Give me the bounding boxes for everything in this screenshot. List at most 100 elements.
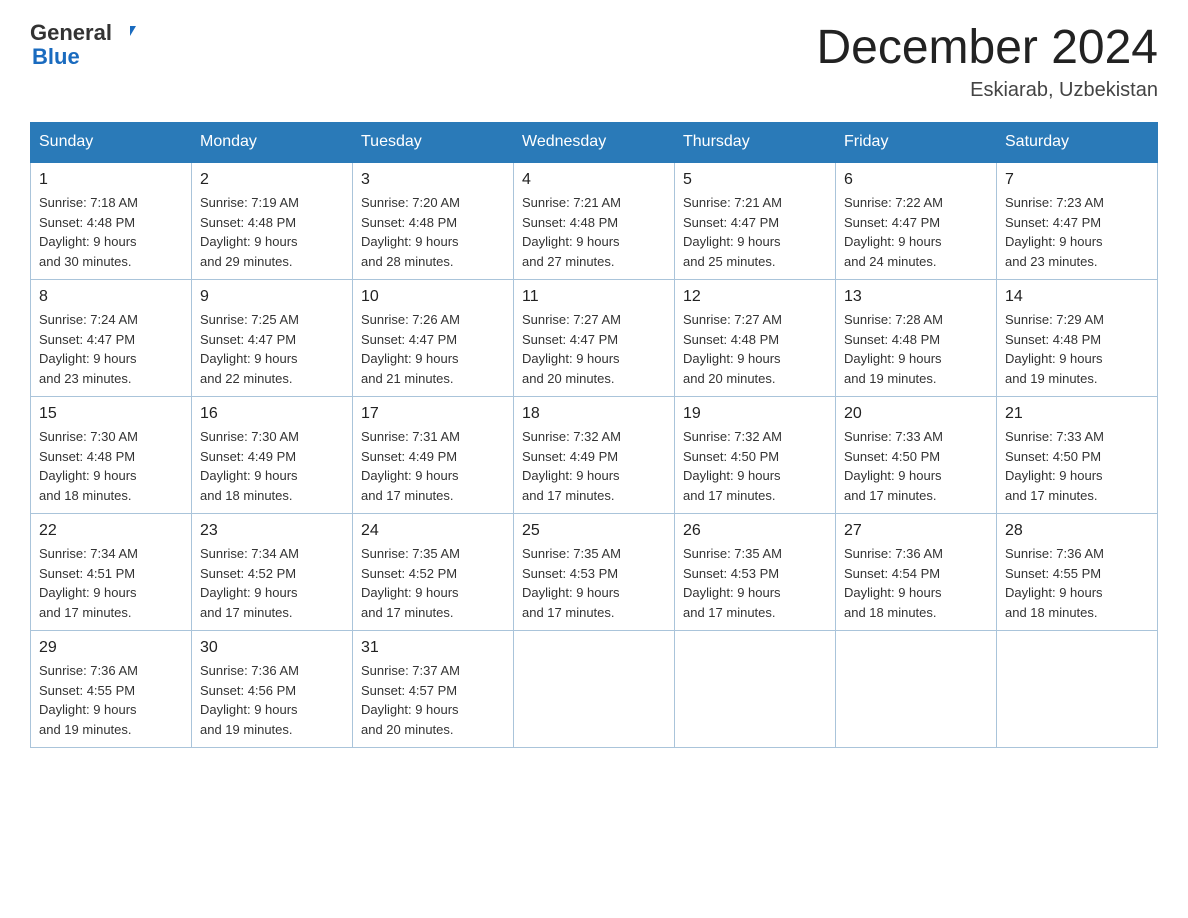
day-info: Sunrise: 7:21 AM Sunset: 4:48 PM Dayligh… bbox=[522, 193, 666, 271]
calendar-cell: 13 Sunrise: 7:28 AM Sunset: 4:48 PM Dayl… bbox=[836, 280, 997, 397]
day-number: 27 bbox=[844, 522, 988, 540]
calendar-cell: 1 Sunrise: 7:18 AM Sunset: 4:48 PM Dayli… bbox=[31, 162, 192, 280]
day-number: 14 bbox=[1005, 288, 1149, 306]
day-number: 19 bbox=[683, 405, 827, 423]
calendar-cell: 18 Sunrise: 7:32 AM Sunset: 4:49 PM Dayl… bbox=[514, 397, 675, 514]
calendar-title: December 2024 bbox=[816, 20, 1158, 75]
day-number: 16 bbox=[200, 405, 344, 423]
day-info: Sunrise: 7:21 AM Sunset: 4:47 PM Dayligh… bbox=[683, 193, 827, 271]
day-number: 15 bbox=[39, 405, 183, 423]
day-number: 29 bbox=[39, 639, 183, 657]
calendar-cell: 3 Sunrise: 7:20 AM Sunset: 4:48 PM Dayli… bbox=[353, 162, 514, 280]
calendar-cell: 4 Sunrise: 7:21 AM Sunset: 4:48 PM Dayli… bbox=[514, 162, 675, 280]
header-friday: Friday bbox=[836, 123, 997, 163]
day-info: Sunrise: 7:19 AM Sunset: 4:48 PM Dayligh… bbox=[200, 193, 344, 271]
day-number: 24 bbox=[361, 522, 505, 540]
calendar-table: SundayMondayTuesdayWednesdayThursdayFrid… bbox=[30, 122, 1158, 748]
day-number: 3 bbox=[361, 171, 505, 189]
day-info: Sunrise: 7:23 AM Sunset: 4:47 PM Dayligh… bbox=[1005, 193, 1149, 271]
day-number: 6 bbox=[844, 171, 988, 189]
day-number: 12 bbox=[683, 288, 827, 306]
week-row-2: 8 Sunrise: 7:24 AM Sunset: 4:47 PM Dayli… bbox=[31, 280, 1158, 397]
week-row-4: 22 Sunrise: 7:34 AM Sunset: 4:51 PM Dayl… bbox=[31, 514, 1158, 631]
day-info: Sunrise: 7:35 AM Sunset: 4:52 PM Dayligh… bbox=[361, 544, 505, 622]
day-number: 17 bbox=[361, 405, 505, 423]
day-number: 23 bbox=[200, 522, 344, 540]
calendar-cell bbox=[836, 631, 997, 748]
header-saturday: Saturday bbox=[997, 123, 1158, 163]
day-info: Sunrise: 7:27 AM Sunset: 4:47 PM Dayligh… bbox=[522, 310, 666, 388]
day-number: 7 bbox=[1005, 171, 1149, 189]
header-monday: Monday bbox=[192, 123, 353, 163]
day-number: 21 bbox=[1005, 405, 1149, 423]
calendar-cell: 22 Sunrise: 7:34 AM Sunset: 4:51 PM Dayl… bbox=[31, 514, 192, 631]
calendar-cell bbox=[675, 631, 836, 748]
day-info: Sunrise: 7:33 AM Sunset: 4:50 PM Dayligh… bbox=[844, 427, 988, 505]
calendar-cell: 8 Sunrise: 7:24 AM Sunset: 4:47 PM Dayli… bbox=[31, 280, 192, 397]
calendar-cell: 11 Sunrise: 7:27 AM Sunset: 4:47 PM Dayl… bbox=[514, 280, 675, 397]
calendar-cell: 16 Sunrise: 7:30 AM Sunset: 4:49 PM Dayl… bbox=[192, 397, 353, 514]
day-number: 25 bbox=[522, 522, 666, 540]
calendar-cell: 12 Sunrise: 7:27 AM Sunset: 4:48 PM Dayl… bbox=[675, 280, 836, 397]
logo-general-text: General bbox=[30, 20, 112, 46]
day-info: Sunrise: 7:35 AM Sunset: 4:53 PM Dayligh… bbox=[683, 544, 827, 622]
day-info: Sunrise: 7:28 AM Sunset: 4:48 PM Dayligh… bbox=[844, 310, 988, 388]
day-info: Sunrise: 7:34 AM Sunset: 4:52 PM Dayligh… bbox=[200, 544, 344, 622]
calendar-cell: 2 Sunrise: 7:19 AM Sunset: 4:48 PM Dayli… bbox=[192, 162, 353, 280]
calendar-cell: 31 Sunrise: 7:37 AM Sunset: 4:57 PM Dayl… bbox=[353, 631, 514, 748]
header-row: SundayMondayTuesdayWednesdayThursdayFrid… bbox=[31, 123, 1158, 163]
calendar-cell: 29 Sunrise: 7:36 AM Sunset: 4:55 PM Dayl… bbox=[31, 631, 192, 748]
day-number: 4 bbox=[522, 171, 666, 189]
logo-icon bbox=[114, 22, 136, 44]
day-number: 22 bbox=[39, 522, 183, 540]
page-header: General Blue December 2024 Eskiarab, Uzb… bbox=[30, 20, 1158, 102]
calendar-cell: 5 Sunrise: 7:21 AM Sunset: 4:47 PM Dayli… bbox=[675, 162, 836, 280]
calendar-cell: 27 Sunrise: 7:36 AM Sunset: 4:54 PM Dayl… bbox=[836, 514, 997, 631]
day-info: Sunrise: 7:32 AM Sunset: 4:50 PM Dayligh… bbox=[683, 427, 827, 505]
day-info: Sunrise: 7:32 AM Sunset: 4:49 PM Dayligh… bbox=[522, 427, 666, 505]
day-number: 26 bbox=[683, 522, 827, 540]
day-number: 8 bbox=[39, 288, 183, 306]
calendar-cell: 28 Sunrise: 7:36 AM Sunset: 4:55 PM Dayl… bbox=[997, 514, 1158, 631]
day-info: Sunrise: 7:33 AM Sunset: 4:50 PM Dayligh… bbox=[1005, 427, 1149, 505]
day-info: Sunrise: 7:27 AM Sunset: 4:48 PM Dayligh… bbox=[683, 310, 827, 388]
calendar-cell: 30 Sunrise: 7:36 AM Sunset: 4:56 PM Dayl… bbox=[192, 631, 353, 748]
calendar-cell: 20 Sunrise: 7:33 AM Sunset: 4:50 PM Dayl… bbox=[836, 397, 997, 514]
title-area: December 2024 Eskiarab, Uzbekistan bbox=[816, 20, 1158, 102]
calendar-subtitle: Eskiarab, Uzbekistan bbox=[816, 79, 1158, 102]
calendar-cell: 23 Sunrise: 7:34 AM Sunset: 4:52 PM Dayl… bbox=[192, 514, 353, 631]
day-info: Sunrise: 7:36 AM Sunset: 4:55 PM Dayligh… bbox=[39, 661, 183, 739]
day-number: 18 bbox=[522, 405, 666, 423]
day-info: Sunrise: 7:31 AM Sunset: 4:49 PM Dayligh… bbox=[361, 427, 505, 505]
day-info: Sunrise: 7:30 AM Sunset: 4:49 PM Dayligh… bbox=[200, 427, 344, 505]
day-number: 1 bbox=[39, 171, 183, 189]
day-info: Sunrise: 7:36 AM Sunset: 4:56 PM Dayligh… bbox=[200, 661, 344, 739]
calendar-cell: 21 Sunrise: 7:33 AM Sunset: 4:50 PM Dayl… bbox=[997, 397, 1158, 514]
day-number: 9 bbox=[200, 288, 344, 306]
day-number: 5 bbox=[683, 171, 827, 189]
calendar-cell: 17 Sunrise: 7:31 AM Sunset: 4:49 PM Dayl… bbox=[353, 397, 514, 514]
day-info: Sunrise: 7:20 AM Sunset: 4:48 PM Dayligh… bbox=[361, 193, 505, 271]
calendar-cell: 6 Sunrise: 7:22 AM Sunset: 4:47 PM Dayli… bbox=[836, 162, 997, 280]
calendar-cell: 9 Sunrise: 7:25 AM Sunset: 4:47 PM Dayli… bbox=[192, 280, 353, 397]
calendar-cell: 7 Sunrise: 7:23 AM Sunset: 4:47 PM Dayli… bbox=[997, 162, 1158, 280]
day-number: 20 bbox=[844, 405, 988, 423]
header-wednesday: Wednesday bbox=[514, 123, 675, 163]
day-number: 13 bbox=[844, 288, 988, 306]
day-info: Sunrise: 7:37 AM Sunset: 4:57 PM Dayligh… bbox=[361, 661, 505, 739]
day-number: 11 bbox=[522, 288, 666, 306]
header-thursday: Thursday bbox=[675, 123, 836, 163]
calendar-cell: 24 Sunrise: 7:35 AM Sunset: 4:52 PM Dayl… bbox=[353, 514, 514, 631]
day-info: Sunrise: 7:25 AM Sunset: 4:47 PM Dayligh… bbox=[200, 310, 344, 388]
calendar-cell bbox=[997, 631, 1158, 748]
calendar-cell: 25 Sunrise: 7:35 AM Sunset: 4:53 PM Dayl… bbox=[514, 514, 675, 631]
calendar-cell bbox=[514, 631, 675, 748]
day-number: 2 bbox=[200, 171, 344, 189]
calendar-cell: 10 Sunrise: 7:26 AM Sunset: 4:47 PM Dayl… bbox=[353, 280, 514, 397]
header-sunday: Sunday bbox=[31, 123, 192, 163]
day-info: Sunrise: 7:24 AM Sunset: 4:47 PM Dayligh… bbox=[39, 310, 183, 388]
calendar-cell: 19 Sunrise: 7:32 AM Sunset: 4:50 PM Dayl… bbox=[675, 397, 836, 514]
logo-blue-text: Blue bbox=[32, 44, 80, 70]
week-row-5: 29 Sunrise: 7:36 AM Sunset: 4:55 PM Dayl… bbox=[31, 631, 1158, 748]
day-info: Sunrise: 7:30 AM Sunset: 4:48 PM Dayligh… bbox=[39, 427, 183, 505]
